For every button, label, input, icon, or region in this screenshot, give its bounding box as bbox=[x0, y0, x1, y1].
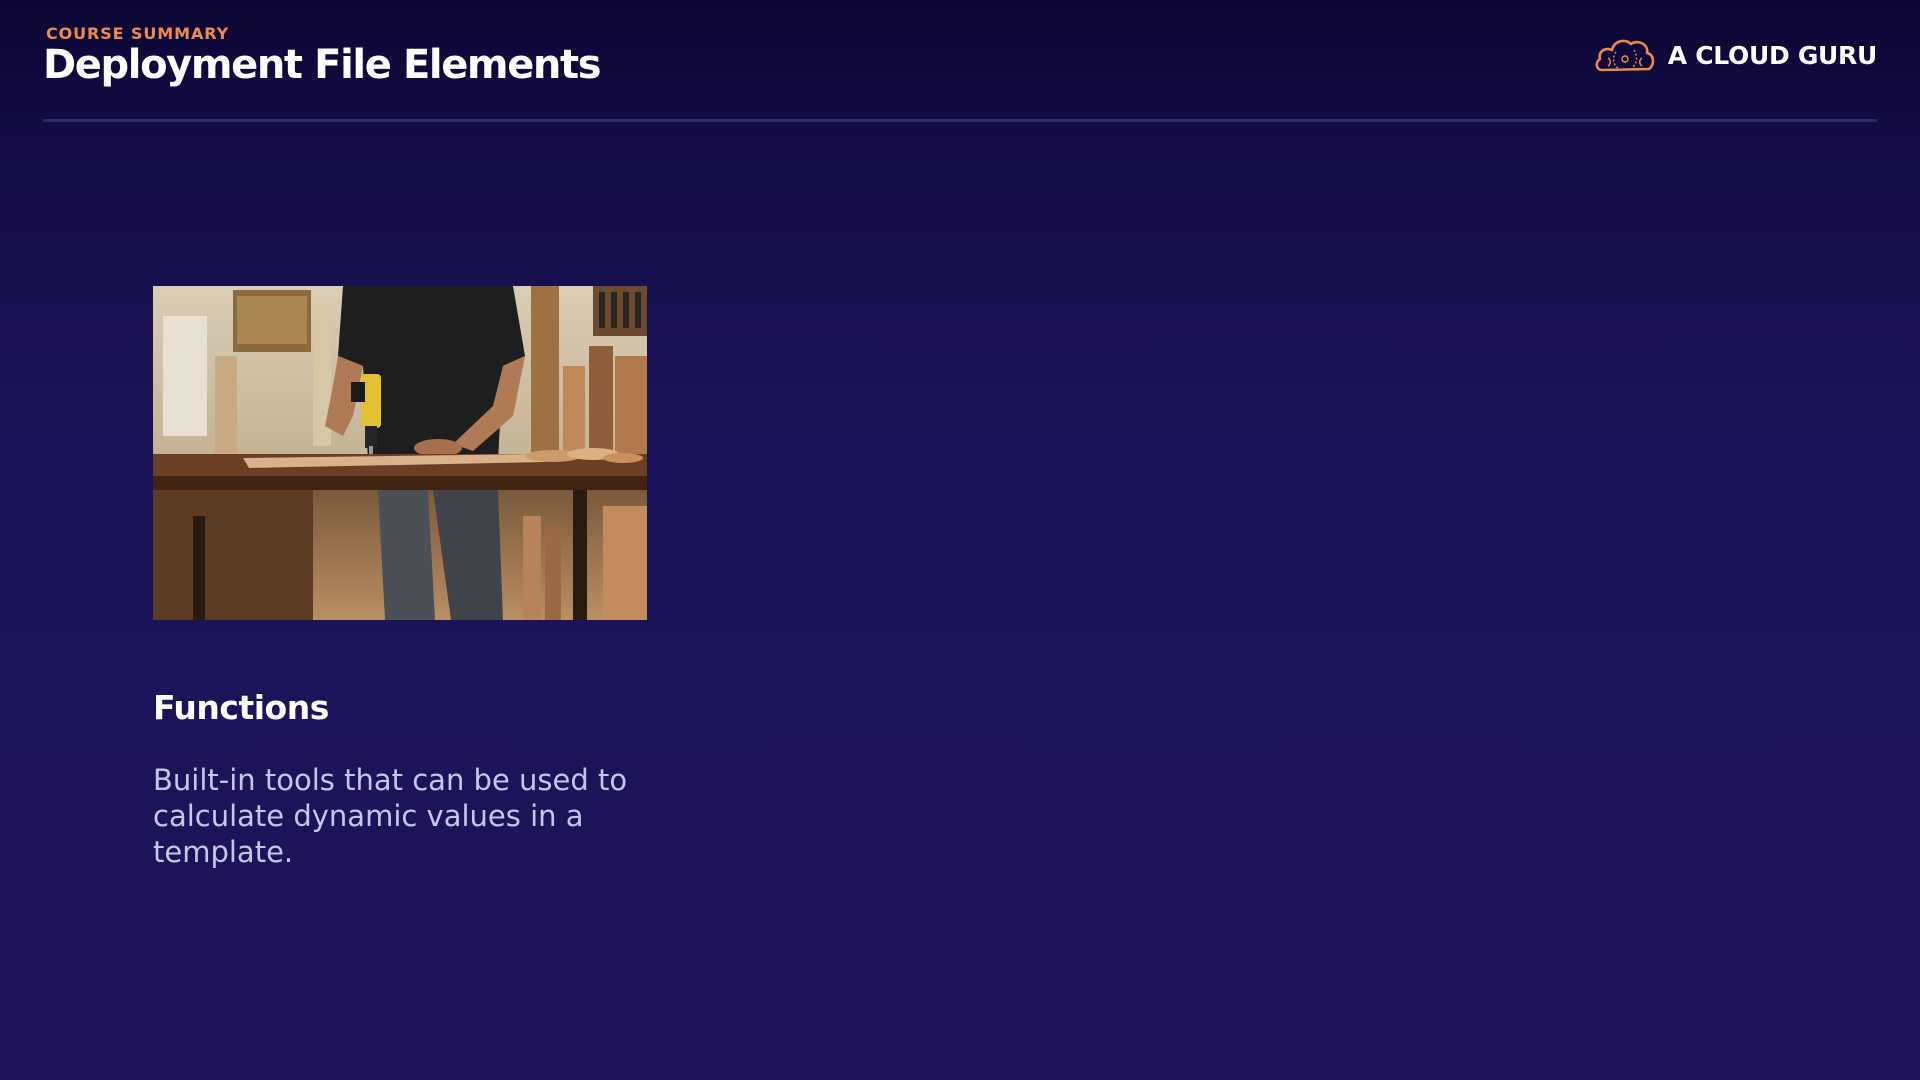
cloud-logo-icon bbox=[1594, 36, 1656, 74]
header-divider bbox=[43, 119, 1877, 122]
section-eyebrow: COURSE SUMMARY bbox=[46, 24, 230, 43]
brand-name: A CLOUD GURU bbox=[1667, 40, 1878, 70]
slide-title: Deployment File Elements bbox=[43, 42, 602, 88]
card-description: Built-in tools that can be used to calcu… bbox=[153, 763, 628, 869]
woodworker-photo bbox=[153, 286, 647, 620]
slide-header: COURSE SUMMARY Deployment File Elements … bbox=[0, 0, 1920, 122]
brand-logo: A CLOUD GURU bbox=[1594, 36, 1877, 74]
card-title: Functions bbox=[153, 688, 329, 727]
